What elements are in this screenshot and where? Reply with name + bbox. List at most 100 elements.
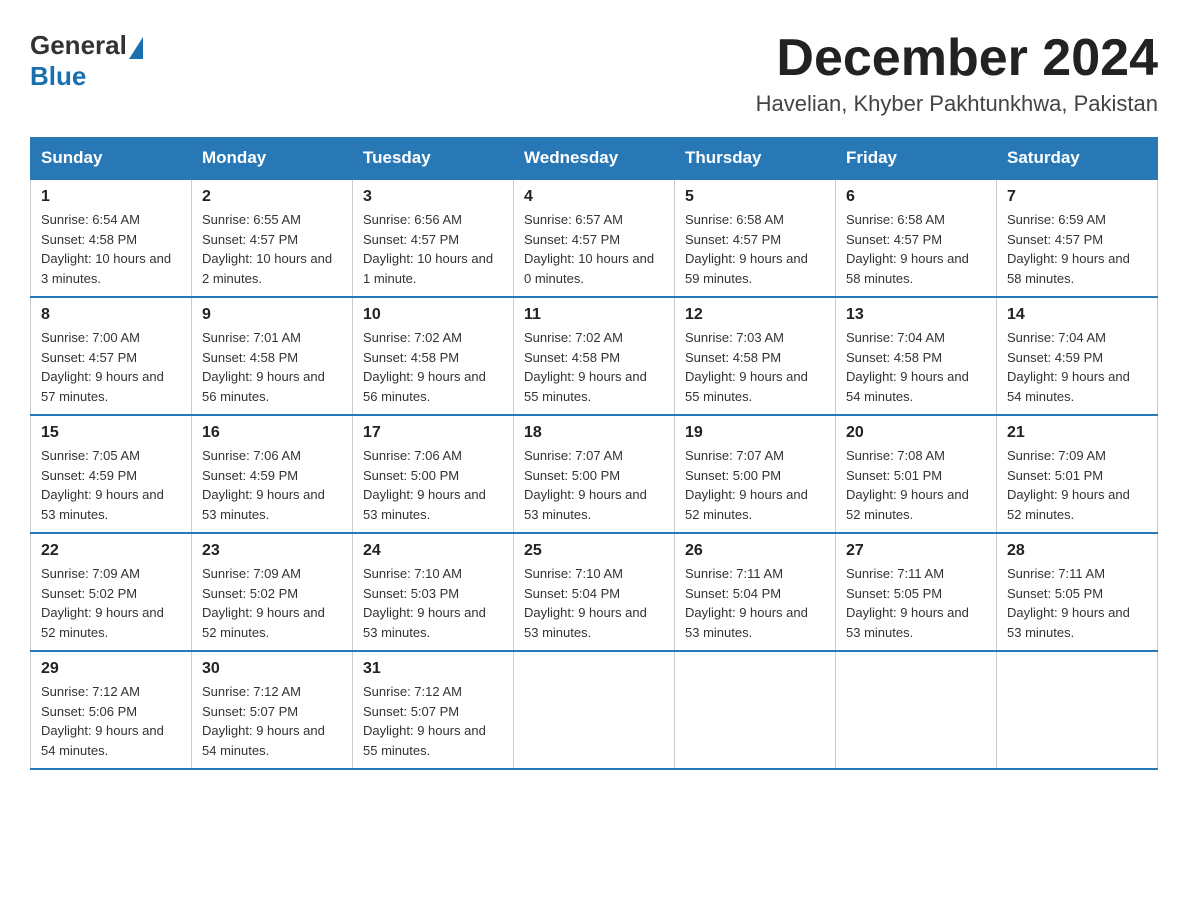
calendar-cell: 14 Sunrise: 7:04 AM Sunset: 4:59 PM Dayl… (997, 297, 1158, 415)
calendar-cell: 23 Sunrise: 7:09 AM Sunset: 5:02 PM Dayl… (192, 533, 353, 651)
calendar-cell: 2 Sunrise: 6:55 AM Sunset: 4:57 PM Dayli… (192, 179, 353, 297)
day-info: Sunrise: 7:09 AM Sunset: 5:02 PM Dayligh… (202, 564, 342, 642)
day-number: 10 (363, 306, 503, 324)
day-info: Sunrise: 7:10 AM Sunset: 5:03 PM Dayligh… (363, 564, 503, 642)
day-info: Sunrise: 7:07 AM Sunset: 5:00 PM Dayligh… (685, 446, 825, 524)
day-info: Sunrise: 7:09 AM Sunset: 5:01 PM Dayligh… (1007, 446, 1147, 524)
day-of-week-header: Saturday (997, 138, 1158, 180)
calendar-cell: 11 Sunrise: 7:02 AM Sunset: 4:58 PM Dayl… (514, 297, 675, 415)
day-info: Sunrise: 7:03 AM Sunset: 4:58 PM Dayligh… (685, 328, 825, 406)
day-info: Sunrise: 7:11 AM Sunset: 5:04 PM Dayligh… (685, 564, 825, 642)
day-info: Sunrise: 7:12 AM Sunset: 5:06 PM Dayligh… (41, 682, 181, 760)
day-info: Sunrise: 7:07 AM Sunset: 5:00 PM Dayligh… (524, 446, 664, 524)
day-number: 7 (1007, 188, 1147, 206)
day-number: 29 (41, 660, 181, 678)
calendar-cell: 19 Sunrise: 7:07 AM Sunset: 5:00 PM Dayl… (675, 415, 836, 533)
day-info: Sunrise: 7:09 AM Sunset: 5:02 PM Dayligh… (41, 564, 181, 642)
day-of-week-header: Wednesday (514, 138, 675, 180)
calendar-header-row: SundayMondayTuesdayWednesdayThursdayFrid… (31, 138, 1158, 180)
day-info: Sunrise: 7:11 AM Sunset: 5:05 PM Dayligh… (846, 564, 986, 642)
location-title: Havelian, Khyber Pakhtunkhwa, Pakistan (756, 91, 1158, 117)
calendar-cell: 27 Sunrise: 7:11 AM Sunset: 5:05 PM Dayl… (836, 533, 997, 651)
calendar-cell: 22 Sunrise: 7:09 AM Sunset: 5:02 PM Dayl… (31, 533, 192, 651)
calendar-cell: 4 Sunrise: 6:57 AM Sunset: 4:57 PM Dayli… (514, 179, 675, 297)
calendar-cell: 24 Sunrise: 7:10 AM Sunset: 5:03 PM Dayl… (353, 533, 514, 651)
day-number: 3 (363, 188, 503, 206)
calendar-cell: 6 Sunrise: 6:58 AM Sunset: 4:57 PM Dayli… (836, 179, 997, 297)
calendar-cell (997, 651, 1158, 769)
day-info: Sunrise: 7:02 AM Sunset: 4:58 PM Dayligh… (363, 328, 503, 406)
calendar-cell: 28 Sunrise: 7:11 AM Sunset: 5:05 PM Dayl… (997, 533, 1158, 651)
day-number: 31 (363, 660, 503, 678)
calendar-cell: 29 Sunrise: 7:12 AM Sunset: 5:06 PM Dayl… (31, 651, 192, 769)
day-info: Sunrise: 7:02 AM Sunset: 4:58 PM Dayligh… (524, 328, 664, 406)
day-number: 4 (524, 188, 664, 206)
day-number: 17 (363, 424, 503, 442)
day-number: 6 (846, 188, 986, 206)
day-info: Sunrise: 6:55 AM Sunset: 4:57 PM Dayligh… (202, 210, 342, 288)
calendar-cell (514, 651, 675, 769)
day-of-week-header: Monday (192, 138, 353, 180)
calendar-cell: 16 Sunrise: 7:06 AM Sunset: 4:59 PM Dayl… (192, 415, 353, 533)
calendar-cell: 17 Sunrise: 7:06 AM Sunset: 5:00 PM Dayl… (353, 415, 514, 533)
day-info: Sunrise: 7:10 AM Sunset: 5:04 PM Dayligh… (524, 564, 664, 642)
day-info: Sunrise: 6:57 AM Sunset: 4:57 PM Dayligh… (524, 210, 664, 288)
calendar-cell: 10 Sunrise: 7:02 AM Sunset: 4:58 PM Dayl… (353, 297, 514, 415)
calendar-cell: 5 Sunrise: 6:58 AM Sunset: 4:57 PM Dayli… (675, 179, 836, 297)
day-info: Sunrise: 7:08 AM Sunset: 5:01 PM Dayligh… (846, 446, 986, 524)
calendar-cell (675, 651, 836, 769)
day-info: Sunrise: 7:12 AM Sunset: 5:07 PM Dayligh… (363, 682, 503, 760)
day-number: 24 (363, 542, 503, 560)
day-info: Sunrise: 7:04 AM Sunset: 4:59 PM Dayligh… (1007, 328, 1147, 406)
day-info: Sunrise: 7:12 AM Sunset: 5:07 PM Dayligh… (202, 682, 342, 760)
day-number: 11 (524, 306, 664, 324)
day-of-week-header: Friday (836, 138, 997, 180)
calendar-week-row: 8 Sunrise: 7:00 AM Sunset: 4:57 PM Dayli… (31, 297, 1158, 415)
logo-blue-text: Blue (30, 61, 86, 92)
day-info: Sunrise: 6:58 AM Sunset: 4:57 PM Dayligh… (846, 210, 986, 288)
day-number: 18 (524, 424, 664, 442)
day-info: Sunrise: 7:01 AM Sunset: 4:58 PM Dayligh… (202, 328, 342, 406)
calendar-cell: 21 Sunrise: 7:09 AM Sunset: 5:01 PM Dayl… (997, 415, 1158, 533)
logo-triangle-icon (129, 37, 143, 59)
calendar-cell: 12 Sunrise: 7:03 AM Sunset: 4:58 PM Dayl… (675, 297, 836, 415)
calendar-cell: 25 Sunrise: 7:10 AM Sunset: 5:04 PM Dayl… (514, 533, 675, 651)
day-number: 12 (685, 306, 825, 324)
day-number: 26 (685, 542, 825, 560)
day-number: 8 (41, 306, 181, 324)
calendar-cell: 30 Sunrise: 7:12 AM Sunset: 5:07 PM Dayl… (192, 651, 353, 769)
day-number: 9 (202, 306, 342, 324)
calendar-cell: 1 Sunrise: 6:54 AM Sunset: 4:58 PM Dayli… (31, 179, 192, 297)
day-of-week-header: Sunday (31, 138, 192, 180)
calendar-cell: 9 Sunrise: 7:01 AM Sunset: 4:58 PM Dayli… (192, 297, 353, 415)
page-header: General Blue December 2024 Havelian, Khy… (30, 30, 1158, 117)
calendar-cell: 18 Sunrise: 7:07 AM Sunset: 5:00 PM Dayl… (514, 415, 675, 533)
day-number: 22 (41, 542, 181, 560)
day-number: 23 (202, 542, 342, 560)
day-info: Sunrise: 6:54 AM Sunset: 4:58 PM Dayligh… (41, 210, 181, 288)
day-number: 28 (1007, 542, 1147, 560)
day-number: 16 (202, 424, 342, 442)
calendar-cell: 15 Sunrise: 7:05 AM Sunset: 4:59 PM Dayl… (31, 415, 192, 533)
day-of-week-header: Thursday (675, 138, 836, 180)
day-info: Sunrise: 6:59 AM Sunset: 4:57 PM Dayligh… (1007, 210, 1147, 288)
calendar-cell: 8 Sunrise: 7:00 AM Sunset: 4:57 PM Dayli… (31, 297, 192, 415)
logo: General Blue (30, 30, 143, 92)
calendar-cell: 13 Sunrise: 7:04 AM Sunset: 4:58 PM Dayl… (836, 297, 997, 415)
day-number: 27 (846, 542, 986, 560)
day-number: 19 (685, 424, 825, 442)
day-number: 21 (1007, 424, 1147, 442)
title-section: December 2024 Havelian, Khyber Pakhtunkh… (756, 30, 1158, 117)
day-info: Sunrise: 7:11 AM Sunset: 5:05 PM Dayligh… (1007, 564, 1147, 642)
calendar-cell: 26 Sunrise: 7:11 AM Sunset: 5:04 PM Dayl… (675, 533, 836, 651)
day-info: Sunrise: 7:04 AM Sunset: 4:58 PM Dayligh… (846, 328, 986, 406)
calendar-cell: 3 Sunrise: 6:56 AM Sunset: 4:57 PM Dayli… (353, 179, 514, 297)
calendar-week-row: 22 Sunrise: 7:09 AM Sunset: 5:02 PM Dayl… (31, 533, 1158, 651)
calendar-table: SundayMondayTuesdayWednesdayThursdayFrid… (30, 137, 1158, 770)
day-of-week-header: Tuesday (353, 138, 514, 180)
day-info: Sunrise: 6:56 AM Sunset: 4:57 PM Dayligh… (363, 210, 503, 288)
logo-general-text: General (30, 30, 127, 61)
calendar-cell: 31 Sunrise: 7:12 AM Sunset: 5:07 PM Dayl… (353, 651, 514, 769)
day-info: Sunrise: 6:58 AM Sunset: 4:57 PM Dayligh… (685, 210, 825, 288)
day-number: 20 (846, 424, 986, 442)
